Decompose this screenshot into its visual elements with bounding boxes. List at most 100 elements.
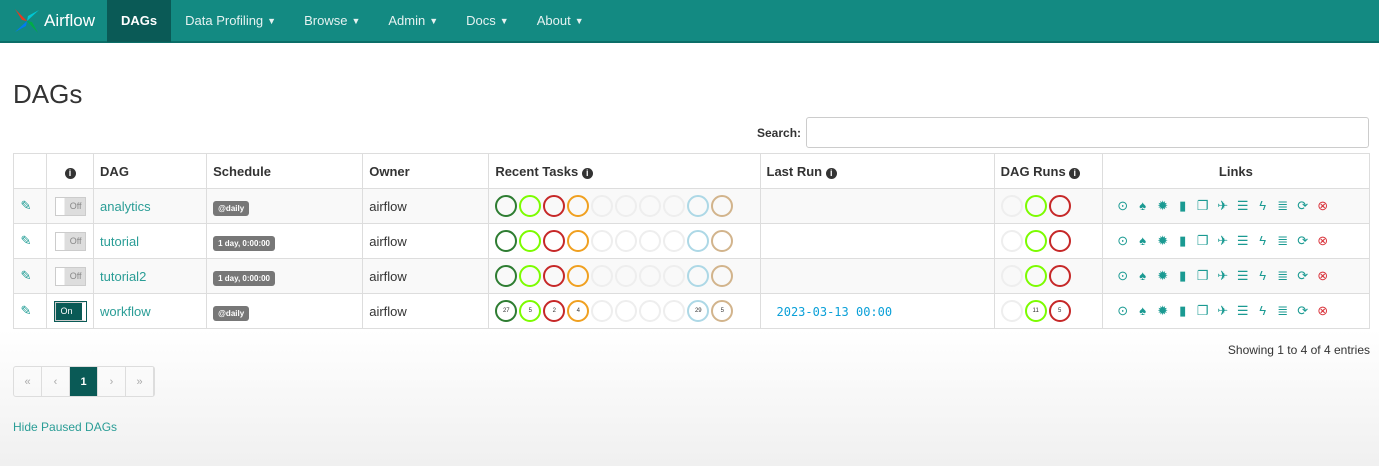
task-state-circle[interactable] bbox=[495, 195, 518, 217]
task-state-circle[interactable] bbox=[519, 230, 542, 252]
task-state-circle[interactable] bbox=[639, 300, 662, 322]
last-run-link[interactable]: 2023-03-13 00:00 bbox=[777, 305, 893, 319]
task-state-circle[interactable] bbox=[687, 265, 710, 287]
task-state-circle[interactable]: 27 bbox=[495, 300, 518, 322]
pause-toggle[interactable]: Off bbox=[54, 266, 86, 286]
delete-icon[interactable]: ⊗ bbox=[1317, 268, 1329, 284]
nav-browse[interactable]: Browse ▼ bbox=[290, 0, 374, 42]
info-icon[interactable]: i bbox=[581, 167, 593, 179]
delete-icon[interactable]: ⊗ bbox=[1317, 198, 1329, 214]
tries-icon[interactable]: ❐ bbox=[1197, 198, 1209, 214]
dag-run-circle[interactable] bbox=[1024, 265, 1047, 287]
duration-icon[interactable]: ▮ bbox=[1177, 303, 1189, 319]
tries-icon[interactable]: ❐ bbox=[1197, 303, 1209, 319]
trigger-icon[interactable]: ⊙ bbox=[1117, 198, 1129, 214]
dag-link[interactable]: tutorial2 bbox=[100, 269, 146, 284]
landing-icon[interactable]: ✈ bbox=[1217, 233, 1229, 249]
task-state-circle[interactable] bbox=[567, 230, 590, 252]
task-state-circle[interactable] bbox=[543, 230, 566, 252]
task-state-circle[interactable] bbox=[495, 230, 518, 252]
page-button[interactable]: » bbox=[126, 367, 154, 396]
task-state-circle[interactable] bbox=[519, 195, 542, 217]
graph-icon[interactable]: ✹ bbox=[1157, 303, 1169, 319]
task-state-circle[interactable] bbox=[519, 265, 542, 287]
nav-about[interactable]: About ▼ bbox=[523, 0, 598, 42]
task-state-circle[interactable] bbox=[615, 230, 638, 252]
logs-icon[interactable]: ≣ bbox=[1277, 233, 1289, 249]
dag-run-circle[interactable]: 11 bbox=[1024, 300, 1047, 322]
task-state-circle[interactable] bbox=[615, 195, 638, 217]
delete-icon[interactable]: ⊗ bbox=[1317, 303, 1329, 319]
info-icon[interactable]: i bbox=[64, 167, 76, 179]
task-state-circle[interactable]: 4 bbox=[567, 300, 590, 322]
edit-icon[interactable]: ✎ bbox=[20, 233, 32, 249]
task-state-circle[interactable]: 5 bbox=[711, 300, 734, 322]
dag-run-circle[interactable] bbox=[1048, 195, 1071, 217]
edit-icon[interactable]: ✎ bbox=[20, 303, 32, 319]
task-state-circle[interactable] bbox=[567, 195, 590, 217]
task-state-circle[interactable] bbox=[687, 230, 710, 252]
logs-icon[interactable]: ≣ bbox=[1277, 198, 1289, 214]
task-state-circle[interactable] bbox=[711, 265, 734, 287]
task-state-circle[interactable] bbox=[639, 195, 662, 217]
column-header[interactable]: Links bbox=[1101, 153, 1371, 189]
duration-icon[interactable]: ▮ bbox=[1177, 268, 1189, 284]
dag-link[interactable]: tutorial bbox=[100, 234, 139, 249]
landing-icon[interactable]: ✈ bbox=[1217, 198, 1229, 214]
refresh-icon[interactable]: ⟳ bbox=[1297, 233, 1309, 249]
edit-icon[interactable]: ✎ bbox=[20, 268, 32, 284]
logs-icon[interactable]: ≣ bbox=[1277, 268, 1289, 284]
gantt-icon[interactable]: ☰ bbox=[1237, 198, 1249, 214]
edit-icon[interactable]: ✎ bbox=[20, 198, 32, 214]
info-icon[interactable]: i bbox=[825, 167, 837, 179]
tree-icon[interactable]: ♠ bbox=[1137, 268, 1149, 283]
delete-icon[interactable]: ⊗ bbox=[1317, 233, 1329, 249]
column-header[interactable] bbox=[12, 153, 48, 189]
tries-icon[interactable]: ❐ bbox=[1197, 268, 1209, 284]
task-state-circle[interactable] bbox=[615, 300, 638, 322]
dag-link[interactable]: analytics bbox=[100, 199, 151, 214]
column-header[interactable]: DAG bbox=[93, 153, 208, 189]
airflow-logo[interactable]: Airflow bbox=[0, 0, 107, 42]
task-state-circle[interactable] bbox=[591, 195, 614, 217]
refresh-icon[interactable]: ⟳ bbox=[1297, 303, 1309, 319]
task-state-circle[interactable] bbox=[591, 230, 614, 252]
trigger-icon[interactable]: ⊙ bbox=[1117, 303, 1129, 319]
task-state-circle[interactable] bbox=[543, 265, 566, 287]
code-icon[interactable]: ϟ bbox=[1257, 233, 1269, 248]
dag-link[interactable]: workflow bbox=[100, 304, 151, 319]
trigger-icon[interactable]: ⊙ bbox=[1117, 233, 1129, 249]
dag-run-circle[interactable] bbox=[1024, 230, 1047, 252]
code-icon[interactable]: ϟ bbox=[1257, 268, 1269, 283]
refresh-icon[interactable]: ⟳ bbox=[1297, 268, 1309, 284]
task-state-circle[interactable]: 29 bbox=[687, 300, 710, 322]
task-state-circle[interactable] bbox=[615, 265, 638, 287]
page-button[interactable]: ‹ bbox=[42, 367, 70, 396]
task-state-circle[interactable]: 2 bbox=[543, 300, 566, 322]
gantt-icon[interactable]: ☰ bbox=[1237, 303, 1249, 319]
search-input[interactable] bbox=[806, 117, 1370, 148]
logs-icon[interactable]: ≣ bbox=[1277, 303, 1289, 319]
graph-icon[interactable]: ✹ bbox=[1157, 268, 1169, 284]
hide-paused-dags-link[interactable]: Hide Paused DAGs bbox=[13, 420, 117, 434]
task-state-circle[interactable] bbox=[663, 230, 686, 252]
task-state-circle[interactable] bbox=[495, 265, 518, 287]
task-state-circle[interactable] bbox=[639, 230, 662, 252]
tree-icon[interactable]: ♠ bbox=[1137, 303, 1149, 318]
task-state-circle[interactable] bbox=[663, 265, 686, 287]
dag-run-circle[interactable]: 5 bbox=[1048, 300, 1071, 322]
page-button[interactable]: › bbox=[98, 367, 126, 396]
info-icon[interactable]: i bbox=[1069, 167, 1081, 179]
dag-run-circle[interactable] bbox=[1048, 265, 1071, 287]
refresh-icon[interactable]: ⟳ bbox=[1297, 198, 1309, 214]
task-state-circle[interactable] bbox=[567, 265, 590, 287]
dag-run-circle[interactable] bbox=[1024, 195, 1047, 217]
tree-icon[interactable]: ♠ bbox=[1137, 198, 1149, 213]
landing-icon[interactable]: ✈ bbox=[1217, 303, 1229, 319]
nav-data-profiling[interactable]: Data Profiling ▼ bbox=[171, 0, 290, 42]
pause-toggle[interactable]: Off bbox=[54, 196, 86, 216]
duration-icon[interactable]: ▮ bbox=[1177, 233, 1189, 249]
landing-icon[interactable]: ✈ bbox=[1217, 268, 1229, 284]
column-header[interactable]: Last Run i bbox=[759, 153, 995, 189]
task-state-circle[interactable] bbox=[663, 195, 686, 217]
